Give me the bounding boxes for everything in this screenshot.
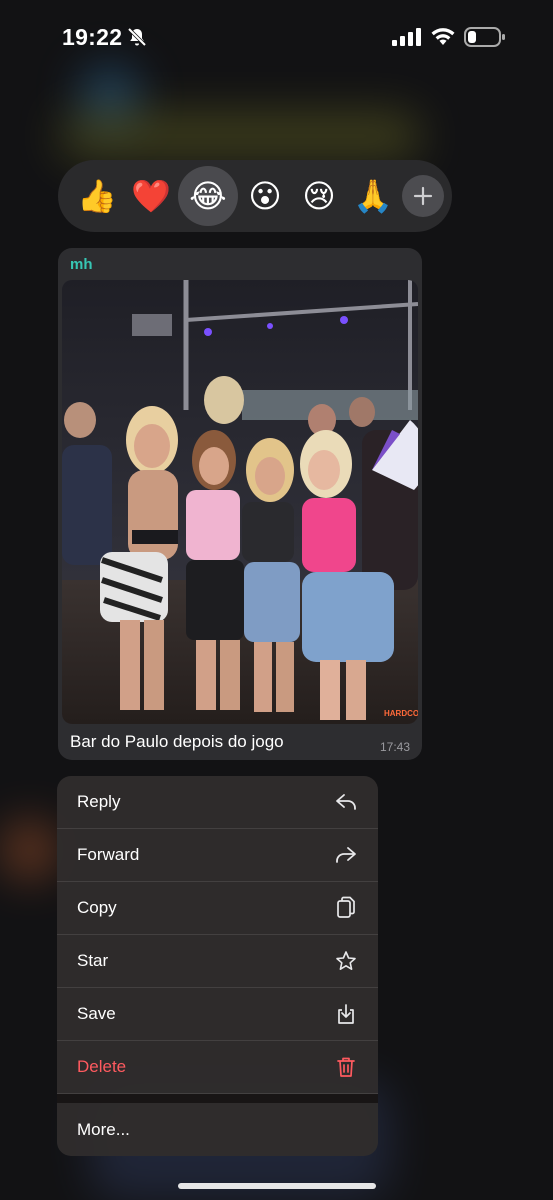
- menu-item-reply[interactable]: Reply: [57, 776, 378, 829]
- photo-illustration: HARDCORE: [62, 280, 418, 724]
- wifi-icon: [431, 28, 455, 45]
- trash-icon: [334, 1055, 358, 1079]
- menu-item-label: Delete: [77, 1057, 127, 1076]
- crying-face-icon[interactable]: 😢: [292, 169, 346, 223]
- menu-item-star[interactable]: Star: [57, 935, 378, 988]
- context-menu: Reply Forward Copy Star Save Delete More…: [57, 776, 378, 1156]
- menu-item-label: Reply: [77, 792, 121, 811]
- menu-item-copy[interactable]: Copy: [57, 882, 378, 935]
- star-icon: [334, 949, 358, 973]
- background-blur: [0, 820, 60, 880]
- battery-icon: [464, 27, 505, 47]
- cellular-signal-icon: [392, 28, 421, 46]
- menu-item-label: Star: [77, 951, 109, 970]
- message-photo[interactable]: HARDCORE: [62, 280, 418, 724]
- copy-icon: [334, 896, 358, 920]
- screen: 19:22 👍 ❤️ 😂 😮 😢 🙏 mh HARDCO Bar do Paul…: [0, 0, 553, 1200]
- menu-item-label: Forward: [77, 845, 140, 864]
- reply-icon: [334, 790, 358, 814]
- photo-watermark: HARDCORE: [384, 709, 418, 718]
- status-time: 19:22: [62, 24, 123, 50]
- plus-icon: [413, 186, 433, 206]
- bell-slash-icon: [127, 27, 147, 47]
- reaction-bar: 👍 ❤️ 😂 😮 😢 🙏: [58, 160, 452, 232]
- menu-item-label: More...: [77, 1119, 130, 1139]
- menu-item-delete[interactable]: Delete: [57, 1041, 378, 1094]
- status-bar: 19:22: [0, 0, 553, 74]
- heart-icon[interactable]: ❤️: [124, 169, 178, 223]
- menu-item-forward[interactable]: Forward: [57, 829, 378, 882]
- message-bubble[interactable]: mh HARDCO Bar do Paulo depois do jogo 17…: [58, 248, 422, 760]
- surprised-face-icon[interactable]: 😮: [238, 169, 292, 223]
- tears-of-joy-icon[interactable]: 😂: [178, 166, 238, 226]
- save-icon: [334, 1002, 358, 1026]
- message-time: 17:43: [379, 740, 410, 754]
- menu-item-label: Copy: [77, 898, 117, 917]
- menu-item-save[interactable]: Save: [57, 988, 378, 1041]
- menu-item-label: Save: [77, 1004, 116, 1023]
- add-reaction-button[interactable]: [402, 175, 444, 217]
- folded-hands-icon[interactable]: 🙏: [346, 169, 400, 223]
- sender-name: mh: [70, 256, 93, 273]
- menu-separator: [57, 1094, 378, 1103]
- menu-item-more[interactable]: More...: [57, 1103, 378, 1156]
- thumbs-up-icon[interactable]: 👍: [70, 169, 124, 223]
- background-blur: [60, 112, 420, 160]
- home-indicator[interactable]: [178, 1183, 376, 1189]
- message-caption: Bar do Paulo depois do jogo: [70, 732, 284, 751]
- forward-icon: [334, 843, 358, 867]
